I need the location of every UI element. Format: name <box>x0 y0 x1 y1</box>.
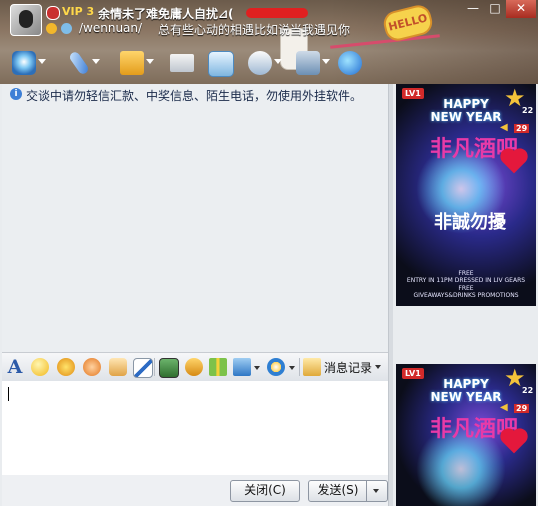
message-input[interactable] <box>2 381 388 475</box>
chat-toolbar <box>0 46 390 80</box>
magic-emoticon-button[interactable] <box>56 357 76 377</box>
remote-assist-button[interactable] <box>246 49 282 77</box>
poke-button[interactable] <box>108 357 128 377</box>
toolbar-divider <box>299 358 300 376</box>
online-status-icon <box>61 23 72 34</box>
chevron-down-icon[interactable] <box>289 366 295 370</box>
create-group-button[interactable] <box>206 49 238 77</box>
ad-rank-count: 29 <box>514 124 530 133</box>
contact-account: /wennuan/ <box>79 21 143 35</box>
maximize-button[interactable]: □ <box>484 0 506 18</box>
send-options-button[interactable] <box>366 480 388 502</box>
screenshot-icon <box>233 358 251 376</box>
pencil-icon <box>133 358 153 378</box>
music-note-icon <box>185 358 203 376</box>
history-button[interactable] <box>302 357 322 377</box>
ad-banner-bottom[interactable]: LV1 ★ 22 HAPPY NEW YEAR ◀ 29 非凡酒吧 <box>396 364 536 506</box>
nickname-redacted-mark <box>246 8 308 18</box>
info-icon: i <box>10 88 22 100</box>
share-screen-icon <box>338 51 362 75</box>
contact-signature: 总有些心动的相遇比如说当我遇见你 <box>158 23 351 37</box>
ad-fine-print-4: GIVEAWAYS&DRINKS PROMOTIONS <box>413 292 519 299</box>
image-icon <box>159 358 179 378</box>
chevron-down-icon[interactable] <box>92 59 100 64</box>
payment-button[interactable] <box>266 357 286 377</box>
send-button[interactable]: 发送(S) <box>308 480 368 502</box>
chevron-down-icon[interactable] <box>274 59 282 64</box>
ad-headline: HAPPY NEW YEAR <box>414 98 518 124</box>
music-button[interactable] <box>184 357 204 377</box>
ad-banner-top[interactable]: LV1 ★ 22 HAPPY NEW YEAR ◀ 29 非凡酒吧 非誠勿擾 F… <box>396 84 536 306</box>
gift-button[interactable] <box>208 357 228 377</box>
ad-fine-print-3: FREE <box>458 285 474 292</box>
ad-fine-print-2: ENTRY IN 11PM DRESSED IN LIV GEARS <box>406 277 526 284</box>
share-screen-button[interactable] <box>336 49 368 77</box>
toolbar-divider <box>154 358 155 376</box>
chat-window-header: HELLO VIP 3 余情未了难免庸人自扰⊿( /wennuan/ 总有些心动… <box>0 0 538 84</box>
ad-rank-count: 29 <box>514 404 530 413</box>
ad-headline: HAPPY NEW YEAR <box>414 378 518 404</box>
video-call-button[interactable] <box>10 49 46 77</box>
speaker-icon: ◀ <box>500 122 508 133</box>
security-notice: 交谈中请勿轻信汇款、中奖信息、陌生电话，勿使用外挂软件。 <box>26 89 363 103</box>
contact-nickname[interactable]: 余情未了难免庸人自扰⊿( <box>98 5 234 22</box>
app-settings-button[interactable] <box>294 49 330 77</box>
nudge-button[interactable] <box>82 357 102 377</box>
history-icon <box>303 358 321 376</box>
voice-call-button[interactable] <box>64 49 100 77</box>
ad-art-slogan: 非誠勿擾 <box>434 212 506 233</box>
screenshot-button[interactable] <box>232 357 252 377</box>
chevron-down-icon[interactable] <box>375 365 381 369</box>
chevron-down-icon <box>373 489 379 493</box>
chevron-down-icon[interactable] <box>254 366 260 370</box>
send-file-icon <box>120 51 144 75</box>
video-call-icon <box>12 51 36 75</box>
gift-icon <box>209 358 227 376</box>
font-button[interactable]: A <box>5 357 25 377</box>
ad-fine-print-1: FREE <box>458 270 474 277</box>
close-window-button[interactable]: ✕ <box>506 0 536 18</box>
ad-star-count: 22 <box>522 106 534 115</box>
ad-star-count: 22 <box>522 386 534 395</box>
send-file-button[interactable] <box>118 49 154 77</box>
emoticon-button[interactable] <box>30 357 50 377</box>
nudge-icon <box>83 358 101 376</box>
text-cursor <box>8 387 9 401</box>
speaker-icon: ◀ <box>500 402 508 413</box>
send-image-button[interactable] <box>158 357 179 378</box>
contact-avatar[interactable] <box>10 4 42 36</box>
panel-splitter[interactable] <box>388 84 393 506</box>
payment-icon <box>267 358 285 376</box>
smiley-icon <box>31 358 49 376</box>
chevron-down-icon[interactable] <box>38 59 46 64</box>
remote-assist-icon <box>248 51 272 75</box>
chevron-down-icon[interactable] <box>322 59 330 64</box>
close-chat-button[interactable]: 关闭(C) <box>230 480 300 502</box>
minimize-button[interactable]: — <box>462 0 484 18</box>
message-history-label[interactable]: 消息记录 <box>324 359 372 376</box>
vip-level[interactable]: VIP 3 <box>62 5 94 18</box>
email-icon <box>170 54 194 72</box>
create-group-icon <box>208 51 234 77</box>
doodle-button[interactable] <box>132 357 153 378</box>
vip-badge-icon <box>46 6 60 20</box>
format-toolbar: A 消息记录 <box>2 352 388 382</box>
voice-call-icon <box>68 50 90 76</box>
email-button[interactable] <box>168 49 200 77</box>
message-history[interactable]: i 交谈中请勿轻信汇款、中奖信息、陌生电话，勿使用外挂软件。 <box>2 84 388 352</box>
magic-face-icon <box>57 358 75 376</box>
star-status-icon <box>46 23 57 34</box>
chevron-down-icon[interactable] <box>146 59 154 64</box>
hand-icon <box>109 358 127 376</box>
app-settings-icon <box>296 51 320 75</box>
action-bar: 关闭(C) 发送(S) <box>2 475 388 506</box>
